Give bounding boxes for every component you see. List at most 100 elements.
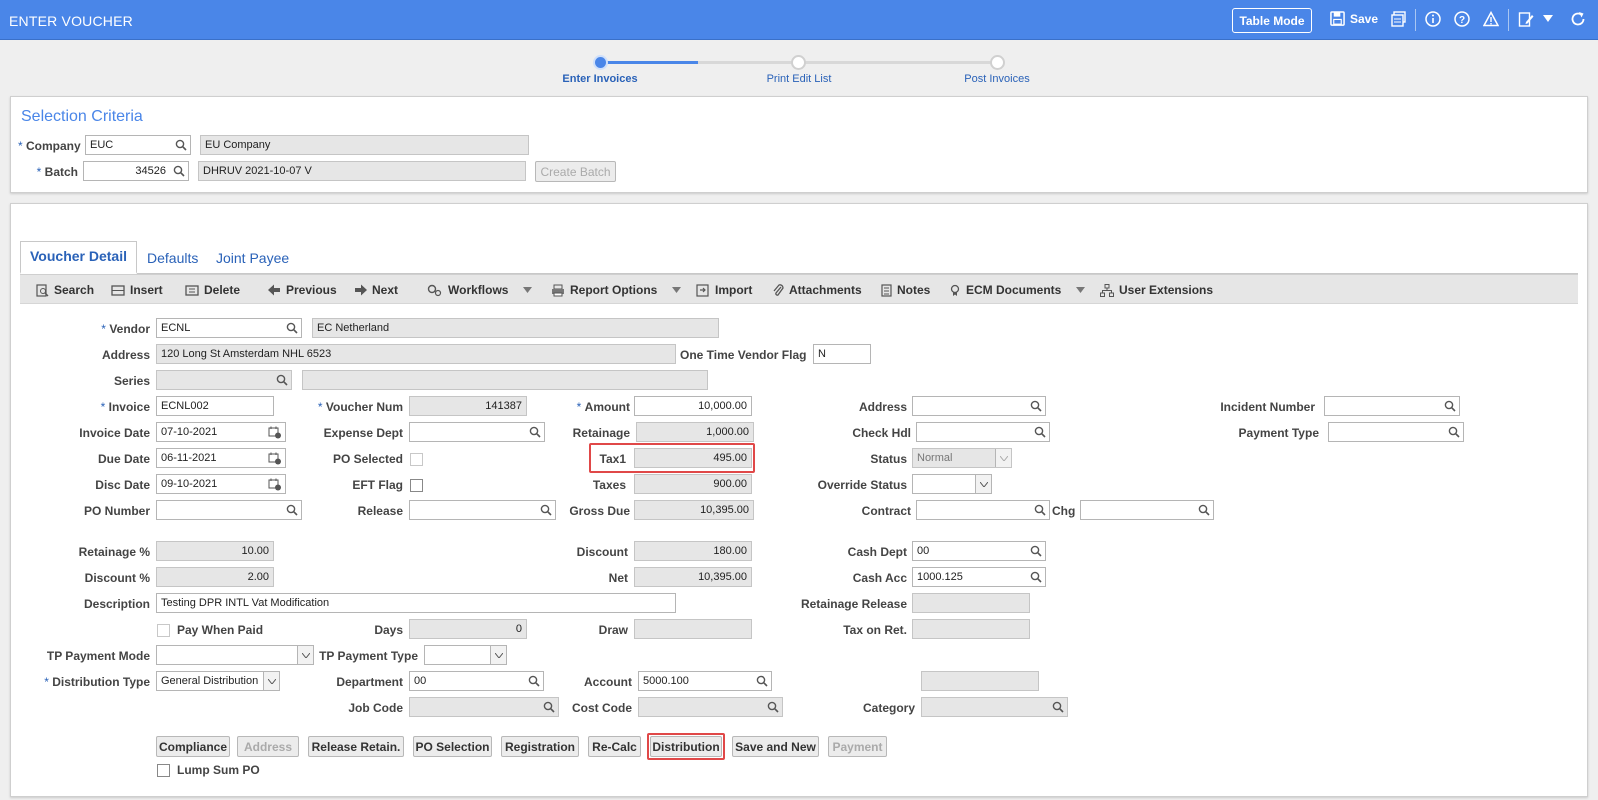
override-status-select[interactable] [912, 474, 992, 494]
invoice-input[interactable]: ECNL002 [156, 396, 274, 416]
invoice-date-input[interactable]: 07-10-2021 [156, 422, 286, 442]
payment-button[interactable]: Payment [828, 736, 887, 757]
disc-date-input[interactable]: 09-10-2021 [156, 474, 286, 494]
search-icon[interactable] [1448, 426, 1460, 438]
release-input[interactable] [409, 500, 556, 520]
notes-button[interactable]: Notes [881, 283, 930, 297]
create-batch-button[interactable]: Create Batch [535, 161, 616, 182]
search-icon[interactable] [1052, 701, 1064, 713]
search-icon[interactable] [1444, 400, 1456, 412]
step-dot-post-invoices[interactable] [990, 55, 1005, 70]
search-icon[interactable] [276, 374, 288, 386]
registration-button[interactable]: Registration [501, 736, 579, 757]
save-and-new-button[interactable]: Save and New [732, 736, 819, 757]
step-dot-print-edit-list[interactable] [791, 55, 806, 70]
tab-joint-payee[interactable]: Joint Payee [216, 250, 289, 266]
category-input[interactable] [921, 697, 1068, 717]
refresh-icon[interactable] [1570, 11, 1586, 27]
chevron-down-icon[interactable] [672, 287, 682, 293]
chg-input[interactable] [1080, 500, 1214, 520]
company-input[interactable]: EUC [85, 135, 191, 155]
workflows-button[interactable]: Workflows [427, 283, 533, 297]
tab-voucher-detail[interactable]: Voucher Detail [20, 241, 137, 274]
address2-input[interactable] [912, 396, 1046, 416]
step-post-invoices[interactable]: Post Invoices [937, 73, 1057, 85]
tp-payment-type-select[interactable] [424, 645, 507, 665]
net-label: Net [608, 571, 628, 585]
search-icon[interactable] [529, 426, 541, 438]
report-options-button[interactable]: Report Options [551, 283, 682, 297]
check-hdl-input[interactable] [916, 422, 1050, 442]
ecm-documents-button[interactable]: ECM Documents [949, 283, 1086, 297]
tab-defaults[interactable]: Defaults [147, 250, 198, 266]
series-input[interactable] [156, 370, 292, 390]
calendar-icon[interactable] [268, 426, 282, 439]
help-icon[interactable]: ? [1454, 11, 1470, 27]
search-icon[interactable] [286, 322, 298, 334]
po-selection-button[interactable]: PO Selection [413, 736, 492, 757]
incident-number-input[interactable] [1324, 396, 1460, 416]
department-input[interactable]: 00 [409, 671, 544, 691]
job-code-input[interactable] [409, 697, 559, 717]
search-icon[interactable] [1034, 426, 1046, 438]
search-icon[interactable] [175, 139, 187, 151]
table-mode-button[interactable]: Table Mode [1232, 8, 1312, 33]
search-icon[interactable] [756, 675, 768, 687]
po-selected-checkbox[interactable] [410, 453, 423, 466]
step-dot-enter-invoices[interactable] [593, 55, 608, 70]
search-icon[interactable] [173, 165, 185, 177]
compliance-button[interactable]: Compliance [156, 736, 230, 757]
cash-dept-input[interactable]: 00 [912, 541, 1046, 561]
print-icon[interactable] [1391, 11, 1407, 27]
import-button[interactable]: Import [696, 283, 752, 297]
re-calc-button[interactable]: Re-Calc [588, 736, 641, 757]
cash-acc-input[interactable]: 1000.125 [912, 567, 1046, 587]
search-icon[interactable] [1198, 504, 1210, 516]
attachments-button[interactable]: Attachments [772, 283, 862, 297]
search-icon[interactable] [767, 701, 779, 713]
expense-dept-input[interactable] [409, 422, 545, 442]
previous-button[interactable]: Previous [268, 283, 337, 297]
search-icon[interactable] [1030, 571, 1042, 583]
calendar-icon[interactable] [268, 478, 282, 491]
pay-when-paid-checkbox[interactable] [157, 624, 170, 637]
account-input[interactable]: 5000.100 [638, 671, 772, 691]
search-icon[interactable] [1030, 545, 1042, 557]
search-icon[interactable] [528, 675, 540, 687]
next-button[interactable]: Next [354, 283, 398, 297]
step-print-edit-list[interactable]: Print Edit List [739, 73, 859, 85]
step-enter-invoices[interactable]: Enter Invoices [540, 73, 660, 85]
user-extensions-button[interactable]: User Extensions [1100, 283, 1213, 297]
warning-icon[interactable] [1483, 11, 1499, 27]
chevron-down-icon[interactable] [1076, 287, 1086, 293]
chevron-down-icon[interactable] [1543, 15, 1553, 23]
payment-type-input[interactable] [1328, 422, 1464, 442]
amount-input[interactable]: 10,000.00 [634, 396, 752, 416]
search-icon[interactable] [1034, 504, 1046, 516]
distribution-type-select[interactable]: General Distribution [156, 671, 280, 691]
calendar-icon[interactable] [268, 452, 282, 465]
release-retain-button[interactable]: Release Retain. [308, 736, 404, 757]
lump-sum-po-checkbox[interactable] [157, 764, 170, 777]
delete-button[interactable]: Delete [185, 283, 240, 297]
due-date-input[interactable]: 06-11-2021 [156, 448, 286, 468]
batch-input[interactable]: 34526 [83, 161, 189, 181]
vendor-input[interactable]: ECNL [156, 318, 302, 338]
edit-icon[interactable] [1518, 11, 1534, 27]
save-button[interactable]: Save [1330, 11, 1378, 26]
tp-payment-mode-select[interactable] [156, 645, 314, 665]
chevron-down-icon[interactable] [523, 287, 533, 293]
info-icon[interactable] [1425, 11, 1441, 27]
search-icon[interactable] [286, 504, 298, 516]
contract-input[interactable] [916, 500, 1050, 520]
cost-code-input[interactable] [638, 697, 783, 717]
one-time-vendor-flag-input[interactable]: N [813, 344, 871, 364]
search-icon[interactable] [1030, 400, 1042, 412]
description-input[interactable]: Testing DPR INTL Vat Modification [156, 593, 676, 613]
address-button[interactable]: Address [237, 736, 299, 757]
po-number-input[interactable] [156, 500, 302, 520]
search-button[interactable]: Search [36, 283, 94, 297]
status-select[interactable]: Normal [912, 448, 1012, 468]
eft-flag-checkbox[interactable] [410, 479, 423, 492]
insert-button[interactable]: Insert [111, 283, 163, 297]
